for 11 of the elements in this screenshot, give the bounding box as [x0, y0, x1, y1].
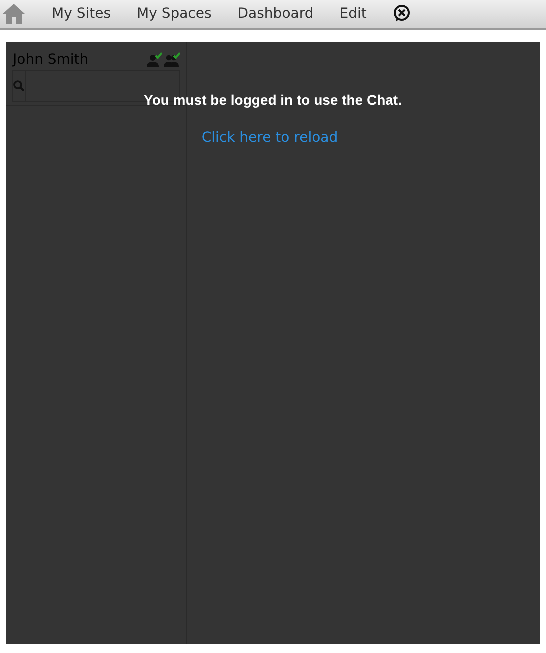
search-icon — [13, 80, 25, 92]
nav-link[interactable]: Dashboard — [238, 6, 314, 22]
chat-close-icon[interactable] — [392, 5, 411, 23]
reload-link[interactable]: Click here to reload — [202, 130, 338, 146]
nav-link[interactable]: My Spaces — [137, 6, 212, 22]
nav-link[interactable]: My Sites — [52, 6, 111, 22]
user-check-icon[interactable] — [146, 52, 162, 68]
home-icon[interactable] — [2, 3, 26, 25]
login-message: You must be logged in to use the Chat. — [144, 92, 402, 108]
nav-link[interactable]: Edit — [340, 6, 367, 22]
users-check-icon[interactable] — [164, 52, 180, 68]
